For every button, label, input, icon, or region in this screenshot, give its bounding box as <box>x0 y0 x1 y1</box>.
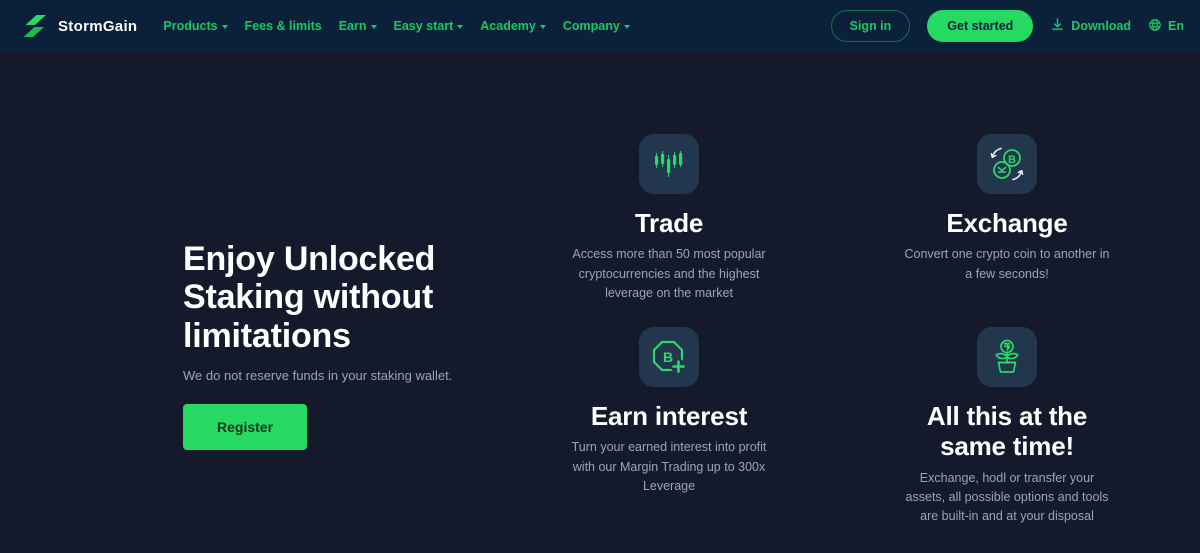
hero-title: Enjoy Unlocked Staking without limitatio… <box>183 240 436 355</box>
chevron-down-icon <box>370 25 377 29</box>
candlestick-chart-icon <box>639 134 699 194</box>
feature-title: Trade <box>634 208 704 238</box>
nav-item-label: Products <box>163 19 218 33</box>
nav-actions: Sign in Get started Download En <box>830 10 1184 42</box>
money-plant-icon <box>977 327 1037 388</box>
download-link[interactable]: Download <box>1050 17 1131 35</box>
hero-section: Enjoy Unlocked Staking without limitatio… <box>0 52 500 451</box>
feature-card-trade: Trade Access more than 50 most popular c… <box>500 134 838 303</box>
feature-card-exchange: B Exchange Convert one crypto coin to an… <box>838 134 1176 303</box>
brand-name: StormGain <box>58 17 138 35</box>
feature-description: Access more than 50 most popular cryptoc… <box>572 247 766 300</box>
feature-description: Turn your earned interest into profit wi… <box>571 440 767 494</box>
nav-item-label: Company <box>562 19 620 33</box>
nav-item-label: Easy start <box>393 19 454 33</box>
feature-grid: Trade Access more than 50 most popular c… <box>500 52 1200 527</box>
get-started-button[interactable]: Get started <box>927 10 1034 42</box>
nav-item-label: Academy <box>480 19 536 33</box>
bitcoin-plus-icon: B <box>639 327 699 388</box>
brand-logo[interactable]: StormGain <box>22 13 137 39</box>
svg-text:B: B <box>1008 154 1016 166</box>
nav-item-company[interactable]: Company <box>563 19 630 33</box>
nav-item-label: Fees & limits <box>244 19 322 33</box>
nav-item-products[interactable]: Products <box>163 19 228 33</box>
feature-card-earn-interest: B Earn interest Turn your earned interes… <box>500 327 838 526</box>
top-navigation-bar: StormGain Products Fees & limits Earn Ea… <box>0 0 1200 52</box>
feature-title: Earn interest <box>590 401 748 432</box>
feature-card-all-at-once: All this at the same time! Exchange, hod… <box>838 327 1176 526</box>
chevron-down-icon <box>623 25 630 29</box>
chevron-down-icon <box>457 25 464 29</box>
stormgain-bolt-logo-icon <box>22 13 48 39</box>
sign-in-button[interactable]: Sign in <box>830 10 911 42</box>
chevron-down-icon <box>221 25 228 29</box>
download-icon <box>1050 17 1065 35</box>
feature-description: Exchange, hodl or transfer your assets, … <box>905 470 1109 524</box>
nav-item-earn[interactable]: Earn <box>339 19 377 33</box>
download-label: Download <box>1071 19 1132 33</box>
main-nav-links: Products Fees & limits Earn Easy start A… <box>163 19 630 33</box>
svg-text:B: B <box>663 349 673 365</box>
crypto-exchange-icon: B <box>977 134 1037 194</box>
feature-title: Exchange <box>946 208 1068 238</box>
main-content: Enjoy Unlocked Staking without limitatio… <box>0 52 1200 553</box>
nav-item-academy[interactable]: Academy <box>480 19 546 33</box>
language-selector[interactable]: En <box>1148 18 1184 35</box>
feature-description: Convert one crypto coin to another in a … <box>904 247 1110 281</box>
nav-item-fees-and-limits[interactable]: Fees & limits <box>245 19 322 33</box>
chevron-down-icon <box>539 25 546 29</box>
nav-item-easy-start[interactable]: Easy start <box>394 19 464 33</box>
hero-subtitle: We do not reserve funds in your staking … <box>183 368 453 384</box>
globe-icon <box>1148 18 1162 35</box>
language-label: En <box>1168 19 1184 33</box>
feature-title: All this at the same time! <box>926 401 1088 462</box>
nav-item-label: Earn <box>338 19 367 33</box>
register-button[interactable]: Register <box>183 404 308 451</box>
